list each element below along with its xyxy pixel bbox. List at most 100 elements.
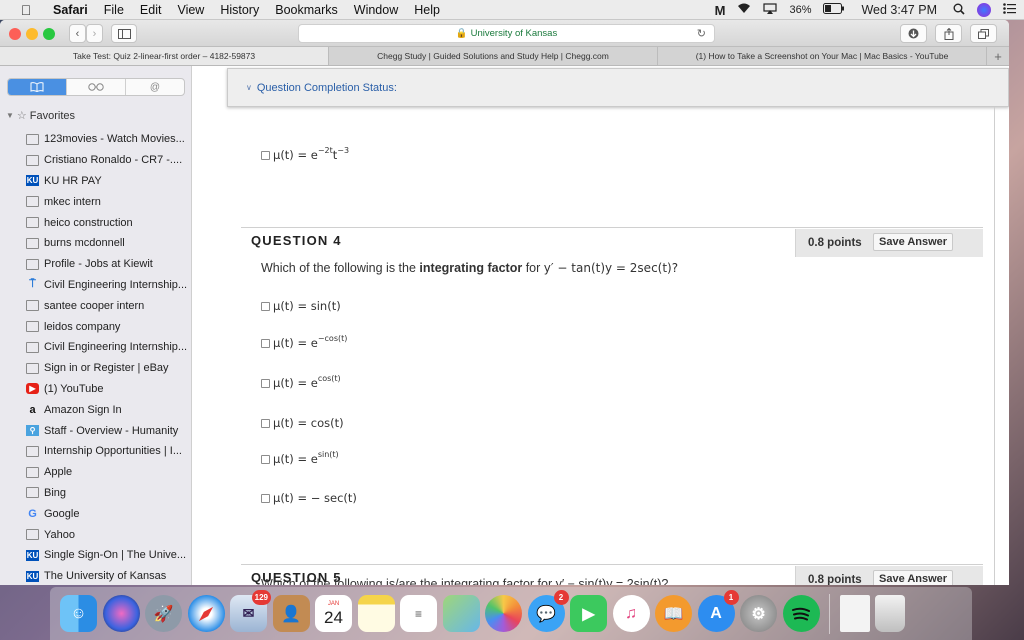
menu-app[interactable]: Safari (53, 3, 88, 17)
ibooks-icon[interactable]: 📖 (655, 595, 692, 632)
bookmarks-tab-icon[interactable] (8, 79, 67, 95)
close-window-button[interactable] (9, 28, 21, 40)
bookmark-item[interactable]: Sign in or Register | eBay (26, 358, 187, 379)
bookmark-item[interactable]: Internship Opportunities | I... (26, 441, 187, 462)
bookmark-item[interactable]: Cristiano Ronaldo - CR7 -.... (26, 150, 187, 171)
safari-dock-icon[interactable] (187, 595, 225, 632)
menu-window[interactable]: Window (354, 3, 398, 17)
bookmark-item[interactable]: santee cooper intern (26, 295, 187, 316)
bookmark-item[interactable]: a Amazon Sign In (26, 399, 187, 420)
zoom-window-button[interactable] (43, 28, 55, 40)
clock[interactable]: Wed 3:47 PM (861, 3, 937, 17)
bookmark-item[interactable]: Apple (26, 462, 187, 483)
bookmark-item[interactable]: G Google (26, 503, 187, 524)
apple-menu-icon[interactable]:  (17, 2, 35, 18)
tabs-overview-button[interactable] (970, 24, 997, 43)
bookmark-item[interactable]: Civil Engineering Internship... (26, 337, 187, 358)
siri-icon[interactable] (977, 3, 991, 17)
messages-icon[interactable]: 💬 2 (527, 590, 569, 632)
menu-bookmarks[interactable]: Bookmarks (275, 3, 338, 17)
bookmark-item[interactable]: Yahoo (26, 524, 187, 545)
sidebar-segmented-control: @ (7, 78, 185, 96)
wifi-icon[interactable] (737, 3, 751, 17)
bookmark-item[interactable]: burns mcdonnell (26, 233, 187, 254)
menu-file[interactable]: File (104, 3, 124, 17)
bookmark-item[interactable]: heico construction (26, 212, 187, 233)
facetime-icon[interactable]: ▶ (570, 595, 607, 632)
question-completion-status[interactable]: ∨ Question Completion Status: (227, 68, 1009, 107)
bookmark-item[interactable]: KU The University of Kansas (26, 566, 187, 585)
shared-links-tab-icon[interactable]: @ (126, 79, 184, 95)
tab-take-test[interactable]: Take Test: Quiz 2-linear-first order – 4… (0, 47, 329, 65)
bookmark-item[interactable]: ⍑ Civil Engineering Internship... (26, 275, 187, 296)
answer-checkbox[interactable] (261, 454, 270, 464)
launchpad-icon[interactable]: 🚀 (145, 595, 182, 632)
mail-icon[interactable]: ✉ 129 (230, 590, 271, 632)
bookmark-item[interactable]: KU KU HR PAY (26, 171, 187, 192)
reading-list-tab-icon[interactable] (67, 79, 126, 95)
maps-icon[interactable] (442, 595, 480, 632)
bookmark-label: mkec intern (44, 195, 101, 208)
spotlight-icon[interactable] (953, 3, 965, 18)
q4-option-2[interactable]: μ(t) = e −cos(t) (261, 334, 347, 350)
menu-help[interactable]: Help (414, 3, 440, 17)
finder-icon[interactable]: ☺ (60, 595, 97, 632)
photos-icon[interactable] (485, 595, 522, 632)
bookmark-item[interactable]: KU Single Sign-On | The Unive... (26, 545, 187, 566)
document-icon[interactable] (839, 595, 870, 632)
contacts-icon[interactable]: 👤 (272, 595, 310, 632)
answer-checkbox[interactable] (261, 301, 270, 311)
bookmark-item[interactable]: Profile - Jobs at Kiewit (26, 254, 187, 275)
itunes-icon[interactable]: ♫ (612, 595, 650, 632)
q4-option-5[interactable]: μ(t) = e sin(t) (261, 450, 339, 466)
system-preferences-icon[interactable]: ⚙ (740, 595, 777, 632)
notification-center-icon[interactable] (1003, 3, 1016, 17)
q4-option-3[interactable]: μ(t) = e cos(t) (261, 374, 341, 390)
battery-icon[interactable] (823, 3, 845, 17)
answer-checkbox[interactable] (261, 493, 270, 503)
bookmark-item[interactable]: ▶ (1) YouTube (26, 379, 187, 400)
q4-option-6[interactable]: μ(t) = − sec(t) (261, 491, 357, 505)
q4-option-1[interactable]: μ(t) = sin(t) (261, 299, 341, 313)
bookmark-item[interactable]: leidos company (26, 316, 187, 337)
reload-icon[interactable]: ↻ (697, 27, 706, 40)
answer-checkbox[interactable] (261, 418, 270, 428)
spotify-icon[interactable] (782, 595, 820, 632)
app-store-icon[interactable]: A1 (697, 590, 739, 632)
share-button[interactable] (935, 24, 962, 43)
address-bar[interactable]: 🔒 University of Kansas ↻ (298, 24, 715, 43)
google-icon: G (28, 507, 37, 520)
bookmark-item[interactable]: Bing (26, 483, 187, 504)
question-4-save-answer-button[interactable]: Save Answer (873, 233, 954, 251)
notes-icon[interactable] (357, 595, 395, 632)
q4-option-4[interactable]: μ(t) = cos(t) (261, 416, 344, 430)
answer-checkbox[interactable] (261, 338, 270, 348)
forward-button[interactable]: › (86, 24, 103, 43)
back-button[interactable]: ‹ (69, 24, 86, 43)
siri-dock-icon[interactable] (102, 595, 140, 632)
menu-history[interactable]: History (220, 3, 259, 17)
m-status-icon[interactable]: M (715, 3, 726, 18)
menu-edit[interactable]: Edit (140, 3, 162, 17)
answer-option-prev[interactable]: μ(t) = e −2t t −3 (261, 145, 350, 162)
tab-youtube[interactable]: (1) How to Take a Screenshot on Your Mac… (658, 47, 987, 65)
reminders-icon[interactable]: ≡ (400, 595, 437, 632)
bookmark-item[interactable]: 123movies - Watch Movies... (26, 129, 187, 150)
question-5-save-answer-button[interactable]: Save Answer (873, 570, 954, 585)
sidebar-toggle-button[interactable] (111, 24, 137, 43)
minimize-window-button[interactable] (26, 28, 38, 40)
answer-checkbox[interactable] (261, 150, 270, 160)
bookmark-item[interactable]: ⚲ Staff - Overview - Humanity (26, 420, 187, 441)
tab-chegg[interactable]: Chegg Study | Guided Solutions and Study… (329, 47, 658, 65)
calendar-icon[interactable]: JAN 24 (315, 595, 352, 632)
favorites-header[interactable]: ▼ ☆ Favorites (6, 109, 75, 123)
trash-icon[interactable] (875, 595, 905, 632)
option-tail-exponent: −3 (337, 145, 350, 155)
downloads-button[interactable] (900, 24, 927, 43)
bookmark-item[interactable]: mkec intern (26, 191, 187, 212)
airplay-icon[interactable] (763, 3, 778, 17)
answer-checkbox[interactable] (261, 378, 270, 388)
new-tab-button[interactable]: + (987, 47, 1009, 65)
menu-view[interactable]: View (177, 3, 204, 17)
disclosure-triangle-icon[interactable]: ▼ (6, 111, 14, 120)
